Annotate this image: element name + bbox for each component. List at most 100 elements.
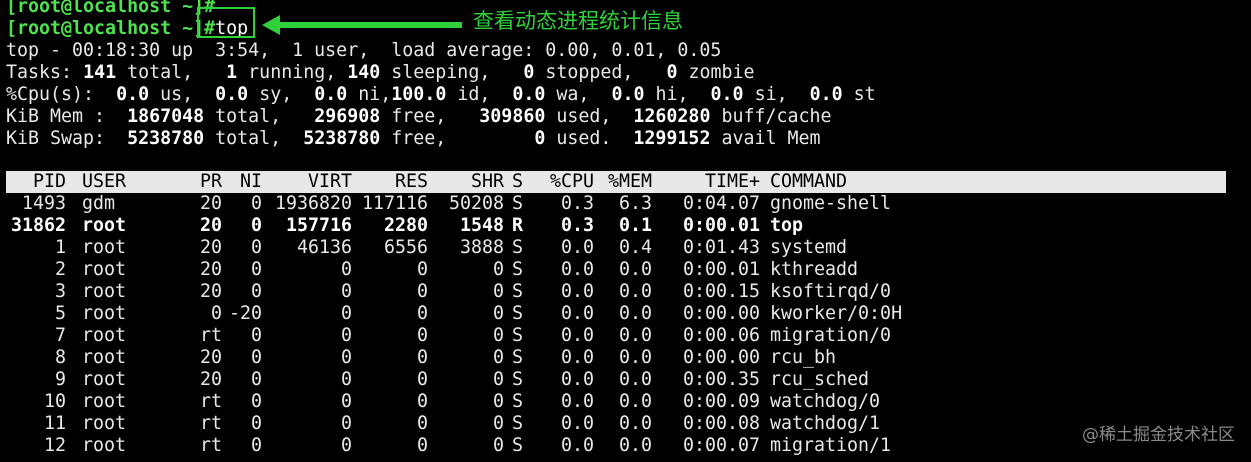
cell-user: root bbox=[82, 303, 127, 324]
cell-virt: 0 bbox=[340, 435, 352, 456]
cell-res: 0 bbox=[416, 391, 428, 412]
cell-shr: 3888 bbox=[459, 237, 504, 258]
column-header-time: TIME+ bbox=[704, 171, 760, 192]
cell-user: root bbox=[82, 435, 127, 456]
prompt-line-1: [root@localhost ~]# bbox=[6, 0, 215, 18]
cell-res: 0 bbox=[416, 435, 428, 456]
cell-user: root bbox=[82, 215, 127, 236]
cell-time: 0:00.15 bbox=[682, 281, 760, 302]
table-row: 10 root rt 0 0 0 0 S 0.0 0.0 0:00.09 watchdog/0 bbox=[6, 391, 970, 413]
cell-res: 0 bbox=[416, 325, 428, 346]
cell-state: S bbox=[512, 435, 524, 456]
table-row: 9 root 20 0 0 0 0 S 0.0 0.0 0:00.35 rcu_sched bbox=[6, 369, 970, 391]
cell-shr: 0 bbox=[492, 281, 504, 302]
cell-ni: -20 bbox=[228, 303, 262, 324]
cell-res: 0 bbox=[416, 259, 428, 280]
cell-cpu: 0.0 bbox=[560, 281, 594, 302]
cell-command: rcu_bh bbox=[770, 347, 837, 368]
cell-pr: 20 bbox=[199, 237, 222, 258]
cell-time: 0:00.00 bbox=[682, 303, 760, 324]
table-row: 2 root 20 0 0 0 0 S 0.0 0.0 0:00.01 kthreadd bbox=[6, 259, 970, 281]
cell-command: systemd bbox=[770, 237, 848, 258]
cell-pr: 20 bbox=[199, 281, 222, 302]
cell-state: S bbox=[512, 193, 524, 214]
cell-mem: 0.4 bbox=[618, 237, 652, 258]
cell-pr: rt bbox=[199, 435, 222, 456]
cell-time: 0:00.01 bbox=[682, 259, 760, 280]
cell-user: root bbox=[82, 237, 127, 258]
cell-pr: 0 bbox=[210, 303, 222, 324]
cell-time: 0:00.09 bbox=[682, 391, 760, 412]
column-header-cpu: %CPU bbox=[549, 171, 594, 192]
cell-shr: 0 bbox=[492, 347, 504, 368]
cell-pid: 7 bbox=[54, 325, 66, 346]
cell-virt: 0 bbox=[340, 303, 352, 324]
cell-virt: 0 bbox=[340, 347, 352, 368]
cell-pid: 1 bbox=[54, 237, 66, 258]
cell-mem: 0.1 bbox=[618, 215, 652, 236]
cell-pid: 1493 bbox=[21, 193, 66, 214]
cell-state: S bbox=[512, 347, 524, 368]
mem-total: 1867048 bbox=[127, 106, 205, 127]
cell-cpu: 0.0 bbox=[560, 391, 594, 412]
table-row: 7 root rt 0 0 0 0 S 0.0 0.0 0:00.06 migration/0 bbox=[6, 325, 970, 347]
mem-label: KiB Mem : bbox=[6, 106, 106, 127]
swap-total: 5238780 bbox=[127, 128, 205, 149]
cell-res: 0 bbox=[416, 347, 428, 368]
cell-ni: 0 bbox=[250, 325, 262, 346]
table-row: 12 root rt 0 0 0 0 S 0.0 0.0 0:00.07 migration/1 bbox=[6, 435, 970, 457]
cell-ni: 0 bbox=[250, 413, 262, 434]
cell-cpu: 0.0 bbox=[560, 259, 594, 280]
cell-virt: 0 bbox=[340, 369, 352, 390]
cell-cpu: 0.0 bbox=[560, 325, 594, 346]
cpu-id: 100.0 bbox=[391, 84, 447, 105]
cell-time: 0:00.07 bbox=[682, 435, 760, 456]
table-row: 1 root 20 0 46136 6556 3888 S 0.0 0.4 0:01.43 syste… bbox=[6, 237, 970, 259]
tasks-label: Tasks: bbox=[6, 62, 73, 83]
cell-ni: 0 bbox=[250, 237, 262, 258]
cell-pr: 20 bbox=[199, 259, 222, 280]
uptime-line: top - 00:18:30 up 3:54, 1 user, load ave… bbox=[6, 40, 722, 61]
cell-pid: 31862 bbox=[10, 215, 66, 236]
cell-command: migration/0 bbox=[770, 325, 892, 346]
cell-pid: 5 bbox=[54, 303, 66, 324]
cell-ni: 0 bbox=[250, 281, 262, 302]
cpu-us: 0.0 bbox=[116, 84, 150, 105]
cell-ni: 0 bbox=[250, 347, 262, 368]
table-row: 31862 root 20 0 157716 2280 1548 R 0.3 0.1 0:00.01… bbox=[6, 215, 970, 237]
process-table-header: PID USER PR NI VIRT RES SHR S %CPU %MEM TIME+ COMMA… bbox=[6, 171, 1226, 193]
cell-ni: 0 bbox=[250, 193, 262, 214]
column-header-user: USER bbox=[82, 171, 127, 192]
cell-ni: 0 bbox=[250, 369, 262, 390]
cell-state: S bbox=[512, 325, 524, 346]
cell-user: root bbox=[82, 347, 127, 368]
cell-state: S bbox=[512, 259, 524, 280]
cell-cpu: 0.0 bbox=[560, 435, 594, 456]
cell-virt: 0 bbox=[340, 391, 352, 412]
cpu-line: %Cpu(s): 0.0 us, 0.0 sy, 0.0 ni,100.0 id… bbox=[6, 84, 876, 105]
swap-used: 0 bbox=[534, 128, 546, 149]
cpu-si: 0.0 bbox=[710, 84, 744, 105]
cell-res: 117116 bbox=[361, 193, 428, 214]
swap-line: KiB Swap: 5238780 total, 5238780 free, 0… bbox=[6, 128, 821, 149]
cell-res: 6556 bbox=[383, 237, 428, 258]
table-row: 8 root 20 0 0 0 0 S 0.0 0.0 0:00.00 rcu_bh bbox=[6, 347, 970, 369]
cell-command: migration/1 bbox=[770, 435, 892, 456]
shell-prompt: [root@localhost ~]# bbox=[6, 18, 216, 39]
cell-res: 0 bbox=[416, 369, 428, 390]
cell-pr: rt bbox=[199, 325, 222, 346]
column-header-pid: PID bbox=[32, 171, 66, 192]
highlight-box bbox=[197, 7, 255, 38]
cell-pid: 9 bbox=[54, 369, 66, 390]
arrow-icon bbox=[262, 15, 462, 35]
column-header-pr: PR bbox=[199, 171, 222, 192]
mem-buff-cache: 1260280 bbox=[633, 106, 711, 127]
swap-avail: 1299152 bbox=[633, 128, 711, 149]
cell-command: watchdog/1 bbox=[770, 413, 881, 434]
cell-res: 0 bbox=[416, 303, 428, 324]
cell-state: S bbox=[512, 303, 524, 324]
cell-user: root bbox=[82, 259, 127, 280]
table-row: 3 root 20 0 0 0 0 S 0.0 0.0 0:00.15 ksoftirqd/0 bbox=[6, 281, 970, 303]
cell-user: root bbox=[82, 391, 127, 412]
column-header-command: COMMAND bbox=[770, 171, 848, 192]
